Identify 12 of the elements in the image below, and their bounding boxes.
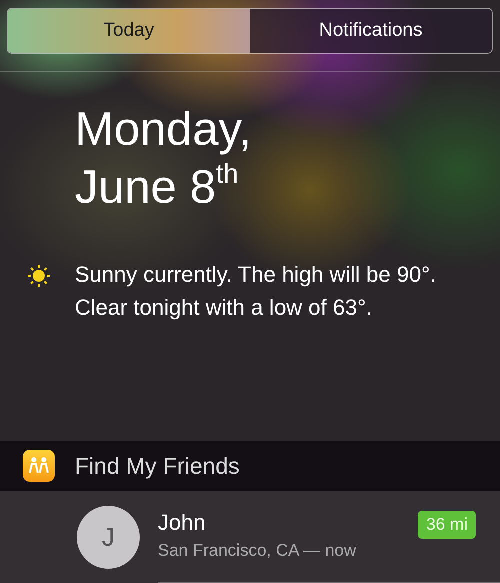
date-heading: June 8$^{th}$ xyxy=(75,158,240,215)
segment-tab[interactable]: Today xyxy=(8,9,250,53)
friend-location: San Francisco, CA — now xyxy=(158,540,356,562)
sun-icon xyxy=(26,263,52,289)
date-heading: Monday, xyxy=(75,101,253,157)
distance-label: 36 mi xyxy=(418,511,476,539)
weather-summary: Sunny currently. The high will be 90°. Clear tonight with a low of 63°. xyxy=(75,261,438,322)
people-app-icon xyxy=(22,450,54,482)
friend-name: John xyxy=(158,509,206,537)
avatar: J xyxy=(77,506,140,569)
widget-title: Find My Friends xyxy=(75,452,240,480)
segment-tab[interactable]: Notifications xyxy=(250,9,492,53)
